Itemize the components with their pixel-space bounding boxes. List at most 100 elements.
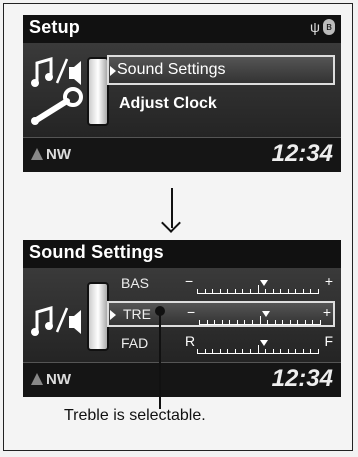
scale-tick bbox=[267, 320, 268, 324]
scale-tick bbox=[242, 349, 243, 353]
compass-arrow-icon bbox=[31, 148, 43, 160]
bass-max-label: + bbox=[324, 273, 333, 289]
scale-center bbox=[258, 285, 259, 293]
scale-tick bbox=[244, 320, 245, 324]
menu-area: Sound Settings Adjust Clock bbox=[23, 43, 341, 138]
down-arrow-icon bbox=[171, 188, 173, 228]
scale-tick bbox=[197, 289, 198, 293]
scale-tick bbox=[288, 349, 289, 353]
fader-scale bbox=[197, 340, 319, 354]
level-marker-icon bbox=[260, 280, 268, 286]
scale-tick bbox=[250, 289, 251, 293]
setup-screen: Setup ψʙ Sound Settings Adjust Clock NW … bbox=[23, 15, 341, 172]
fader-front-label: F bbox=[324, 333, 333, 349]
settings-music-wrench-icon bbox=[31, 57, 83, 125]
music-icon bbox=[31, 306, 81, 336]
scale-tick bbox=[235, 349, 236, 353]
scale-tick bbox=[220, 289, 221, 293]
scale-tick bbox=[297, 320, 298, 324]
bass-label: BAS bbox=[121, 275, 150, 291]
scale-tick bbox=[288, 289, 289, 293]
scale-tick bbox=[318, 349, 319, 353]
scale-tick bbox=[235, 289, 236, 293]
menu-item-sound-settings[interactable]: Sound Settings bbox=[107, 55, 335, 85]
scale-tick bbox=[212, 349, 213, 353]
compass-heading: NW bbox=[31, 146, 71, 163]
screen-title: Setup bbox=[29, 17, 81, 37]
screen-title: Sound Settings bbox=[29, 242, 164, 262]
scale-tick bbox=[227, 349, 228, 353]
scale-tick bbox=[280, 349, 281, 353]
scale-tick bbox=[212, 289, 213, 293]
scale-tick bbox=[282, 320, 283, 324]
dial-knob bbox=[87, 282, 109, 351]
title-bar: Setup ψʙ bbox=[23, 15, 341, 44]
fader-row[interactable]: FAD R F bbox=[107, 332, 335, 358]
scale-tick bbox=[318, 289, 319, 293]
scale-tick bbox=[303, 289, 304, 293]
bluetooth-icon: ʙ bbox=[323, 19, 335, 35]
selection-arrow-icon bbox=[110, 310, 116, 320]
callout-dot bbox=[155, 306, 165, 316]
scale-tick bbox=[310, 349, 311, 353]
status-icons: ψʙ bbox=[310, 19, 335, 35]
scale-tick bbox=[265, 349, 266, 353]
dial-knob bbox=[87, 57, 109, 126]
scale-tick bbox=[205, 349, 206, 353]
scale-tick bbox=[280, 289, 281, 293]
callout-line bbox=[159, 311, 161, 409]
scale-tick bbox=[207, 320, 208, 324]
scale-tick bbox=[320, 320, 321, 324]
scale-center bbox=[258, 345, 259, 353]
treble-row[interactable]: TRE − + bbox=[107, 301, 335, 327]
treble-scale bbox=[199, 311, 321, 325]
scale-tick bbox=[295, 349, 296, 353]
scale-tick bbox=[205, 289, 206, 293]
scale-tick bbox=[295, 289, 296, 293]
clock-display: 12:34 bbox=[271, 140, 333, 167]
scale-tick bbox=[197, 349, 198, 353]
status-bar: NW 12:34 bbox=[23, 137, 341, 172]
treble-min-label: − bbox=[187, 304, 196, 320]
sound-settings-screen: Sound Settings BAS − + TRE − + FAD R F N… bbox=[23, 240, 341, 397]
scale-center bbox=[260, 316, 261, 324]
selection-arrow-icon bbox=[110, 66, 116, 76]
bass-row[interactable]: BAS − + bbox=[107, 272, 335, 298]
scale-tick bbox=[303, 349, 304, 353]
status-bar: NW 12:34 bbox=[23, 362, 341, 397]
scale-tick bbox=[227, 289, 228, 293]
bass-min-label: − bbox=[185, 273, 194, 289]
scale-tick bbox=[275, 320, 276, 324]
scale-tick bbox=[305, 320, 306, 324]
scale-tick bbox=[273, 349, 274, 353]
scale-tick bbox=[310, 289, 311, 293]
level-marker-icon bbox=[260, 340, 268, 346]
scale-tick bbox=[214, 320, 215, 324]
compass-arrow-icon bbox=[31, 373, 43, 385]
menu-item-label: Sound Settings bbox=[117, 61, 226, 78]
scale-tick bbox=[199, 320, 200, 324]
scale-tick bbox=[220, 349, 221, 353]
scale-tick bbox=[250, 349, 251, 353]
fader-rear-label: R bbox=[185, 333, 196, 349]
bass-scale bbox=[197, 280, 319, 294]
scale-tick bbox=[265, 289, 266, 293]
scale-tick bbox=[312, 320, 313, 324]
scale-tick bbox=[237, 320, 238, 324]
treble-label: TRE bbox=[123, 306, 151, 322]
scale-tick bbox=[229, 320, 230, 324]
fader-label: FAD bbox=[121, 335, 149, 351]
scale-tick bbox=[273, 289, 274, 293]
scale-tick bbox=[242, 289, 243, 293]
scale-tick bbox=[222, 320, 223, 324]
settings-area: BAS − + TRE − + FAD R F bbox=[23, 268, 341, 363]
treble-max-label: + bbox=[322, 304, 331, 320]
caption-text: Treble is selectable. bbox=[64, 407, 206, 424]
scale-tick bbox=[252, 320, 253, 324]
menu-item-adjust-clock[interactable]: Adjust Clock bbox=[119, 95, 217, 113]
compass-heading: NW bbox=[31, 371, 71, 388]
title-bar: Sound Settings bbox=[23, 240, 341, 269]
level-marker-icon bbox=[262, 311, 270, 317]
usb-icon: ψ bbox=[310, 19, 320, 35]
scale-tick bbox=[290, 320, 291, 324]
